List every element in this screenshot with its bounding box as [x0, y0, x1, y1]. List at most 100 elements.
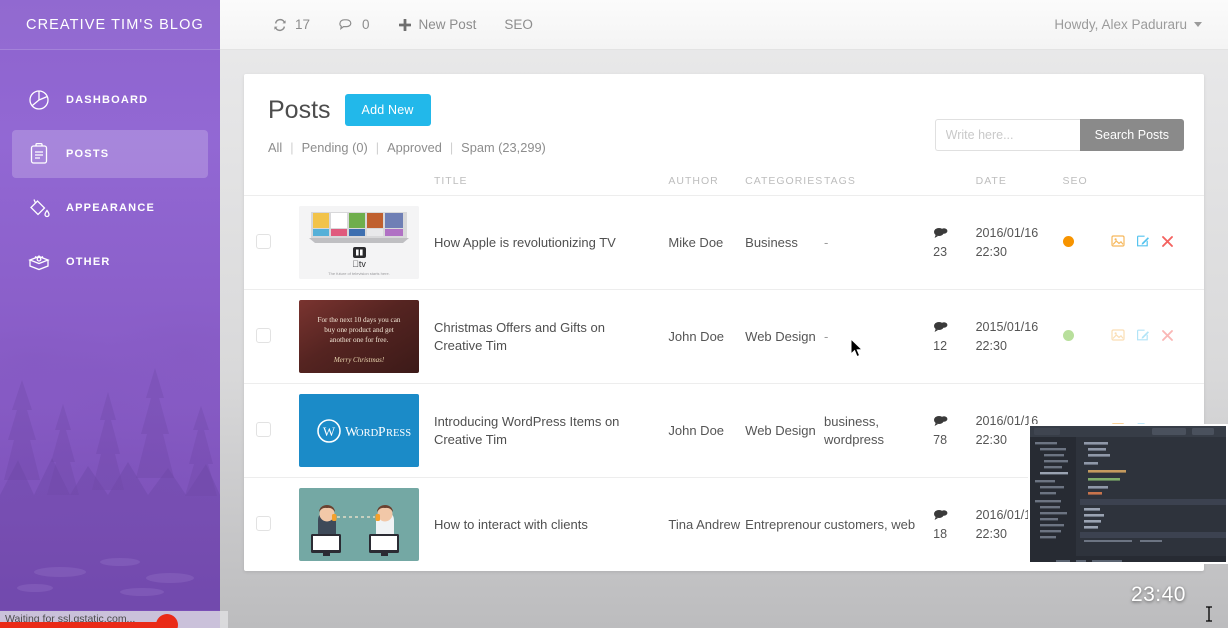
comment-bubble-icon	[933, 227, 948, 242]
post-category: Web Design	[745, 423, 816, 438]
code-editor-video-thumbnail	[1030, 426, 1226, 562]
col-actions	[1111, 169, 1204, 196]
wordpress-thumbnail: W W ORD P RESS	[298, 394, 419, 467]
col-seo: SEO	[1062, 169, 1111, 196]
table-row[interactable]: tv The future of television starts here…	[244, 195, 1204, 290]
post-title[interactable]: How to interact with clients	[434, 517, 588, 532]
col-tags: TAGS	[824, 169, 934, 196]
edit-icon[interactable]	[1136, 234, 1150, 251]
post-date: 2015/01/16	[975, 320, 1039, 335]
post-author: Tina Andrew	[668, 516, 741, 532]
post-author: John Doe	[668, 329, 725, 344]
brand-title: CREATIVE TIM'S BLOG	[0, 0, 220, 50]
refresh-icon	[272, 17, 288, 33]
svg-text:The future of television start: The future of television starts here.	[328, 271, 390, 276]
plus-icon	[398, 18, 412, 32]
search-posts-button[interactable]: Search Posts	[1079, 119, 1184, 151]
sidebar: CREATIVE TIM'S BLOG DASHBOARD POSTS APPE…	[0, 0, 220, 628]
post-title[interactable]: How Apple is revolutionizing TV	[434, 235, 616, 250]
row-checkbox[interactable]	[256, 515, 271, 531]
sidebar-nav: DASHBOARD POSTS APPEARANCE OTHER	[0, 76, 220, 286]
filter-link-approved[interactable]: Approved	[387, 140, 442, 155]
sidebar-item-appearance[interactable]: APPEARANCE	[12, 184, 208, 232]
account-label: Howdy, Alex Paduraru	[1054, 17, 1187, 32]
col-title: TITLE	[433, 169, 669, 196]
screen: CREATIVE TIM'S BLOG DASHBOARD POSTS APPE…	[0, 0, 1228, 628]
image-icon[interactable]	[1111, 234, 1125, 251]
post-tags: business, wordpress	[824, 413, 885, 447]
filter-link-all[interactable]: All	[268, 140, 282, 155]
text-cursor	[1206, 606, 1212, 622]
svg-text:RESS: RESS	[386, 428, 411, 439]
seo-status-dot	[1062, 236, 1074, 247]
toolbar-left-group: 17 0 New Post SEO	[220, 0, 547, 50]
svg-text:Merry Christmas!: Merry Christmas!	[332, 356, 384, 364]
row-checkbox[interactable]	[256, 421, 271, 437]
comment-bubble-icon	[933, 415, 948, 430]
comments-button[interactable]: 0	[324, 0, 384, 50]
table-header-row: TITLE AUTHOR CATEGORIES TAGS DATE SEO	[244, 169, 1204, 196]
comment-bubble-icon	[338, 17, 355, 33]
page-load-progress-bar	[0, 614, 178, 628]
post-comment-count: 12	[933, 338, 948, 353]
post-title[interactable]: Introducing WordPress Items on Creative …	[434, 414, 619, 447]
pie-chart-icon	[26, 87, 52, 113]
svg-text:tv: tv	[352, 259, 366, 269]
row-checkbox[interactable]	[256, 233, 271, 249]
mouse-cursor	[850, 338, 864, 358]
image-icon[interactable]	[1111, 328, 1125, 345]
posts-card-header: Posts Add New All | Pending (0) | Approv…	[244, 74, 1204, 155]
delete-icon[interactable]	[1161, 235, 1174, 251]
svg-text:P: P	[378, 424, 386, 439]
svg-text:W: W	[322, 424, 335, 439]
new-post-label: New Post	[418, 17, 477, 32]
seo-button[interactable]: SEO	[490, 0, 547, 50]
comments-count: 0	[362, 17, 370, 32]
row-checkbox[interactable]	[256, 327, 271, 343]
chevron-down-icon	[1194, 22, 1202, 27]
add-new-button[interactable]: Add New	[344, 94, 431, 126]
filter-separator: |	[375, 140, 380, 155]
search-input[interactable]	[934, 119, 1080, 151]
post-tags: -	[824, 329, 829, 344]
clients-call-thumbnail	[298, 488, 419, 561]
col-select	[244, 169, 299, 196]
post-title[interactable]: Christmas Offers and Gifts on Creative T…	[434, 320, 605, 353]
filter-link-spam[interactable]: Spam (23,299)	[461, 140, 546, 155]
col-categories: CATEGORIES	[745, 169, 825, 196]
sidebar-item-other[interactable]: OTHER	[12, 238, 208, 286]
sidebar-item-posts[interactable]: POSTS	[12, 130, 208, 178]
comment-bubble-icon	[933, 321, 948, 336]
filter-separator: |	[449, 140, 454, 155]
sidebar-item-label: OTHER	[66, 256, 111, 268]
updates-button[interactable]: 17	[258, 0, 324, 50]
paint-bucket-icon	[26, 195, 52, 221]
forest-background-image	[0, 368, 220, 610]
filter-link-pending[interactable]: Pending (0)	[302, 140, 368, 155]
col-date: DATE	[975, 169, 1063, 196]
col-author: AUTHOR	[668, 169, 746, 196]
search-group: Search Posts	[934, 119, 1184, 151]
post-category: Web Design	[745, 329, 816, 344]
post-date: 2016/01/16	[975, 226, 1039, 241]
christmas-offer-thumbnail: For the next 10 days you can buy one pro…	[298, 300, 419, 373]
post-tags: customers, web	[824, 517, 916, 532]
box-icon	[26, 249, 52, 275]
top-toolbar: 17 0 New Post SEO Howdy, Alex Paduraru	[220, 0, 1228, 50]
post-category: Business	[745, 235, 798, 250]
post-category: Entreprenour	[745, 517, 822, 532]
delete-icon[interactable]	[1161, 329, 1174, 345]
posts-table-head: TITLE AUTHOR CATEGORIES TAGS DATE SEO	[244, 169, 1204, 196]
post-tags: -	[824, 235, 829, 250]
apple-tv-thumbnail: tv The future of television starts here…	[298, 206, 419, 279]
new-post-button[interactable]: New Post	[384, 0, 491, 50]
sidebar-item-dashboard[interactable]: DASHBOARD	[12, 76, 208, 124]
edit-icon[interactable]	[1136, 328, 1150, 345]
code-editor-video-overlay[interactable]	[1028, 424, 1228, 564]
account-menu[interactable]: Howdy, Alex Paduraru	[1054, 17, 1228, 32]
clipboard-icon	[26, 141, 52, 167]
table-row[interactable]: For the next 10 days you can buy one pro…	[244, 289, 1204, 384]
sidebar-item-label: DASHBOARD	[66, 94, 149, 106]
post-time: 22:30	[975, 338, 1007, 353]
filter-separator: |	[290, 140, 294, 155]
